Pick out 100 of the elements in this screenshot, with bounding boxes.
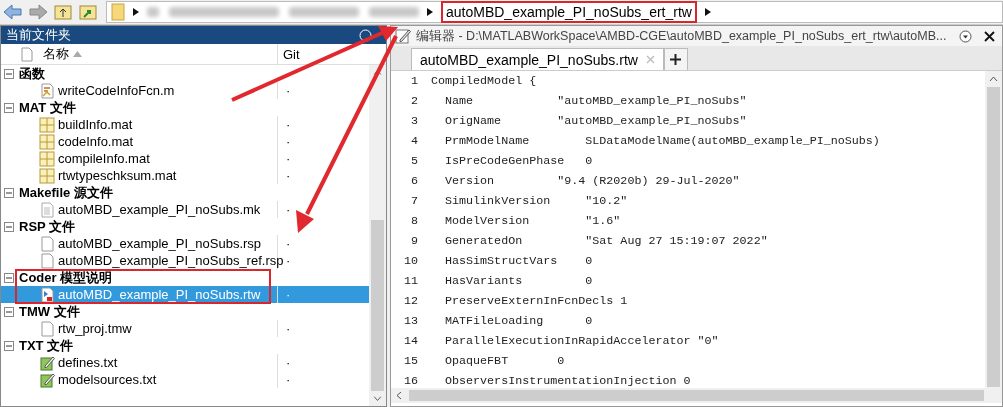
collapse-icon[interactable] — [4, 187, 14, 198]
file-row[interactable]: modelsources.txt · — [1, 371, 369, 388]
file-name: rtwtypeschksum.mat — [58, 168, 177, 183]
file-name: writeCodeInfoFcn.m — [58, 83, 175, 98]
file-name: autoMBD_example_PI_noSubs_ref.rsp — [58, 253, 284, 268]
git-status: · — [286, 287, 291, 302]
file-name: rtw_proj.tmw — [58, 321, 132, 336]
actions-icon[interactable] — [359, 28, 372, 42]
file-row[interactable]: autoMBD_example_PI_noSubs_ref.rsp · — [1, 252, 369, 269]
forward-arrow-icon[interactable] — [27, 3, 49, 21]
code-line: SimulinkVersion "10.2" — [444, 194, 628, 208]
new-tab-button[interactable] — [663, 48, 688, 70]
blank-file-icon — [39, 320, 55, 337]
git-status: · — [286, 83, 291, 98]
grid-file-icon — [39, 167, 55, 184]
grid-file-icon — [39, 116, 55, 133]
git-status: · — [286, 321, 291, 336]
file-row[interactable]: buildInfo.mat · — [1, 116, 369, 133]
file-name: codeInfo.mat — [58, 134, 134, 149]
collapse-icon[interactable] — [4, 272, 14, 283]
grid-file-icon — [39, 150, 55, 167]
path-segment[interactable]: autoMBD_example_PI_noSubs_ert_rtw — [441, 1, 697, 23]
group-header: MAT 文件 — [19, 98, 76, 117]
scrollbar[interactable] — [985, 71, 1002, 388]
collapse-icon[interactable] — [4, 68, 14, 79]
browse-folder-icon[interactable] — [77, 3, 99, 21]
file-name: autoMBD_example_PI_noSubs.rsp — [58, 236, 262, 251]
column-header[interactable]: 名称 — [43, 45, 69, 63]
collapse-icon[interactable] — [4, 340, 14, 351]
code-line: ObserversInstrumentationInjection 0 — [444, 374, 691, 388]
group-header: TMW 文件 — [19, 302, 80, 321]
code-line: HasSimStructVars 0 — [444, 254, 593, 268]
line-number: 2 — [410, 94, 419, 108]
panel-title: 当前文件夹 — [6, 26, 71, 44]
code-line: ModelVersion "1.6" — [444, 214, 621, 228]
git-status: · — [286, 151, 291, 166]
code-line: OpaqueFBT 0 — [444, 354, 565, 368]
git-status: · — [286, 134, 291, 149]
code-line: IsPreCodeGenPhase 0 — [444, 154, 593, 168]
line-number: 3 — [410, 114, 419, 128]
chevron-icon — [704, 8, 711, 16]
dropdown-icon[interactable] — [959, 29, 972, 43]
file-row[interactable]: rtw_proj.tmw · — [1, 320, 369, 337]
line-number: 9 — [410, 234, 419, 248]
line-number: 15 — [402, 354, 419, 368]
line-number: 5 — [410, 154, 419, 168]
close-icon[interactable] — [983, 29, 996, 43]
code-line: PreserveExternInFcnDecls 1 — [444, 294, 628, 308]
git-status: · — [286, 236, 291, 251]
chevron-icon — [133, 8, 139, 16]
code-line: MATFileLoading 0 — [444, 314, 593, 328]
file-name: defines.txt — [58, 355, 118, 370]
code-line: ParallelExecutionInRapidAccelerator "0" — [444, 334, 719, 348]
line-number: 16 — [402, 374, 419, 388]
file-row[interactable]: writeCodeInfoFcn.m · — [1, 82, 369, 99]
file-row[interactable]: autoMBD_example_PI_noSubs.rsp · — [1, 235, 369, 252]
git-status: · — [286, 202, 291, 217]
collapse-icon[interactable] — [4, 221, 14, 232]
up-folder-icon[interactable] — [52, 3, 74, 21]
editor-tab[interactable]: autoMBD_example_PI_noSubs.rtw — [411, 48, 664, 70]
model-file-icon — [39, 286, 55, 303]
blank-file-icon — [39, 235, 55, 252]
group-header: Coder 模型说明 — [19, 268, 113, 287]
code-line: Name "autoMBD_example_PI_noSubs" — [444, 94, 747, 108]
line-number: 4 — [410, 134, 419, 148]
file-name: compileInfo.mat — [58, 151, 150, 166]
document-file-icon — [39, 201, 55, 218]
line-number: 11 — [402, 274, 419, 288]
file-row[interactable]: compileInfo.mat · — [1, 150, 369, 167]
code-line: PrmModelName SLDataModelName(autoMBD_example_PI_noSubs) — [444, 134, 880, 148]
code-line: Version "9.4 (R2020b) 29-Jul-2020" — [444, 174, 740, 188]
path-bar[interactable]: autoMBD_example_PI_noSubs_ert_rtw — [106, 1, 1003, 23]
column-header[interactable]: Git — [283, 46, 300, 62]
blank-file-icon — [39, 252, 55, 269]
file-row[interactable]: autoMBD_example_PI_noSubs.mk · — [1, 201, 369, 218]
line-number: 6 — [410, 174, 419, 188]
chevron-icon — [427, 8, 433, 16]
plus-icon — [670, 54, 682, 65]
back-arrow-icon[interactable] — [2, 3, 24, 21]
editor-title: 编辑器 - D:\MATLABWorkSpace\AMBD-CGE\autoMBD_example_PI_noSubs_ert_rtw\autoMB... — [416, 27, 948, 45]
function-file-icon — [39, 82, 55, 99]
group-header: Makefile 源文件 — [19, 183, 113, 202]
code-line: CompiledModel { — [431, 74, 537, 88]
scrollbar[interactable] — [369, 65, 386, 406]
collapse-icon[interactable] — [4, 102, 14, 113]
line-number: 14 — [402, 334, 419, 348]
git-status: · — [286, 117, 291, 132]
horizontal-scrollbar[interactable] — [391, 388, 1002, 403]
line-number: 10 — [402, 254, 419, 268]
collapse-icon[interactable] — [4, 306, 14, 317]
folder-icon — [111, 3, 125, 21]
file-row[interactable]: defines.txt · — [1, 354, 369, 371]
code-line: OrigName "autoMBD_example_PI_noSubs" — [444, 114, 747, 128]
file-row[interactable]: codeInfo.mat · — [1, 133, 369, 150]
file-name: modelsources.txt — [58, 372, 157, 387]
git-status: · — [286, 372, 291, 387]
file-row[interactable]: rtwtypeschksum.mat · — [1, 167, 369, 184]
line-number: 7 — [410, 194, 419, 208]
file-name: autoMBD_example_PI_noSubs.mk — [58, 202, 261, 217]
git-status: · — [286, 168, 291, 183]
